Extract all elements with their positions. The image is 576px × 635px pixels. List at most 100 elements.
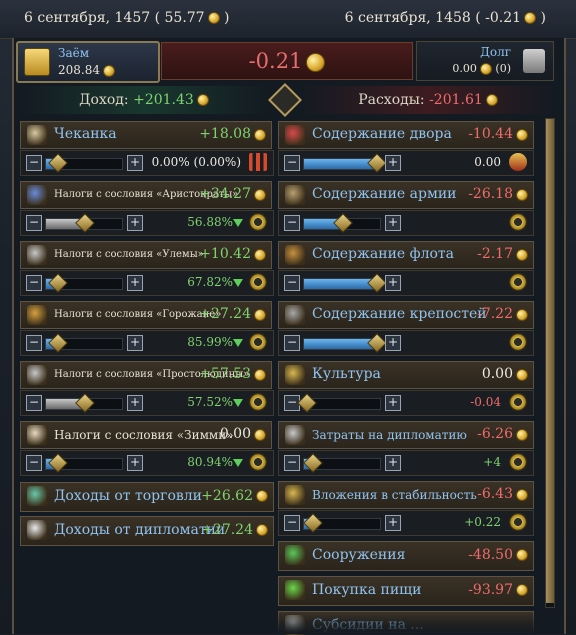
decrease-button[interactable]: − (26, 155, 42, 171)
gear-icon[interactable] (509, 333, 527, 351)
flag-icon[interactable] (509, 453, 527, 471)
decrease-button[interactable]: − (284, 515, 300, 531)
increase-button[interactable]: + (127, 335, 143, 351)
income-row[interactable]: Налоги с сословия «Зимми» 0.00 (20, 421, 272, 449)
slider-handle[interactable] (303, 513, 323, 533)
repay-debt-button[interactable]: Долг 0.00 (0) (416, 41, 554, 81)
slider-handle[interactable] (48, 333, 68, 353)
slider-track[interactable] (45, 153, 123, 173)
slider-track[interactable] (45, 213, 123, 233)
scrollbar-thumb[interactable] (546, 119, 554, 603)
slider-handle[interactable] (367, 273, 387, 293)
increase-button[interactable]: + (385, 275, 401, 291)
ducat-icon (254, 249, 266, 261)
expense-row[interactable]: Культура 0.00 (278, 361, 534, 389)
slider-track[interactable] (45, 393, 123, 413)
estate-peasants-icon (27, 365, 47, 385)
decrease-button[interactable]: − (26, 335, 42, 351)
slider-track[interactable] (303, 273, 387, 293)
income-row[interactable]: Налоги с сословия «Аристократы» +34.27 (20, 181, 272, 209)
ducat-icon (207, 12, 220, 24)
estate-nobles-icon (27, 185, 47, 205)
decrease-button[interactable]: − (284, 155, 300, 171)
income-row-value: +57.53 (199, 366, 251, 382)
slider-handle[interactable] (333, 213, 353, 233)
medal-icon[interactable] (509, 393, 527, 411)
army-icon (285, 185, 305, 205)
slider-handle[interactable] (75, 213, 95, 233)
increase-button[interactable]: + (127, 155, 143, 171)
decrease-button[interactable]: − (26, 215, 42, 231)
decrease-button[interactable]: − (26, 275, 42, 291)
slider-track[interactable] (303, 213, 381, 233)
decrease-button[interactable]: − (284, 215, 300, 231)
increase-button[interactable]: + (385, 335, 401, 351)
slider-track[interactable] (45, 453, 123, 473)
scrollbar[interactable] (545, 118, 555, 608)
slider-value: 85.99% (187, 335, 233, 349)
income-row[interactable]: Налоги с сословия «Горожане» +27.24 (20, 301, 272, 329)
slider-row: − +80.94% (20, 450, 274, 476)
gear-icon[interactable] (509, 273, 527, 291)
slider-track[interactable] (303, 453, 381, 473)
slider-track[interactable] (303, 333, 387, 353)
ducat-icon (103, 64, 115, 77)
slider-track[interactable] (297, 393, 381, 413)
gear-icon[interactable] (249, 453, 267, 471)
gear-icon[interactable] (249, 393, 267, 411)
current-date: 6 сентября, 1457 ( 55.77 ) (24, 10, 230, 26)
income-row[interactable]: Налоги с сословия «Улемы» +10.42 (20, 241, 272, 269)
income-row[interactable]: Чеканка +18.08 (20, 121, 272, 149)
decrease-button[interactable]: − (284, 275, 300, 291)
decrease-button[interactable]: − (26, 455, 42, 471)
expense-row[interactable]: Вложения в стабильность -6.43 (278, 481, 534, 509)
slider-handle[interactable] (367, 153, 387, 173)
slider-handle[interactable] (75, 393, 95, 413)
expense-row[interactable]: Содержание флота -2.17 (278, 241, 534, 269)
ducat-icon (516, 129, 528, 141)
list-fade (14, 612, 562, 634)
slider-track[interactable] (303, 513, 381, 533)
decrease-button[interactable]: − (284, 455, 300, 471)
trend-down-icon (233, 219, 243, 227)
decrease-button[interactable]: − (26, 395, 42, 411)
slider-track[interactable] (303, 153, 387, 173)
decrease-button[interactable]: − (284, 335, 300, 351)
increase-button[interactable]: + (385, 515, 401, 531)
slider-handle[interactable] (48, 273, 68, 293)
gear-icon[interactable] (249, 213, 267, 231)
trade-income-row[interactable]: Доходы от торговли +26.62 (20, 482, 274, 512)
expense-row[interactable]: Содержание армии -26.18 (278, 181, 534, 209)
income-row[interactable]: Налоги с сословия «Простолюдины» +57.53 (20, 361, 272, 389)
slider-handle[interactable] (48, 453, 68, 473)
expense-row[interactable]: Содержание двора -10.44 (278, 121, 534, 149)
increase-button[interactable]: + (385, 215, 401, 231)
increase-button[interactable]: + (127, 215, 143, 231)
slider-track[interactable] (45, 273, 123, 293)
slider-handle[interactable] (297, 393, 317, 413)
hammer-icon (27, 125, 47, 145)
diplomacy-income-row[interactable]: Доходы от дипломатии +27.24 (20, 516, 274, 546)
slider-handle[interactable] (367, 333, 387, 353)
slider-track[interactable] (45, 333, 123, 353)
increase-button[interactable]: + (127, 275, 143, 291)
slider-handle[interactable] (48, 153, 68, 173)
slider-handle[interactable] (303, 453, 323, 473)
increase-button[interactable]: + (127, 395, 143, 411)
food-row[interactable]: Покупка пищи -93.97 (278, 576, 534, 606)
scales-icon[interactable] (509, 513, 527, 531)
gear-icon[interactable] (509, 213, 527, 231)
expense-row[interactable]: Содержание крепостей -7.22 (278, 301, 534, 329)
gear-icon[interactable] (249, 333, 267, 351)
increase-button[interactable]: + (127, 455, 143, 471)
gear-icon[interactable] (249, 273, 267, 291)
increase-button[interactable]: + (385, 155, 401, 171)
take-loan-button[interactable]: Заём 208.84 (16, 41, 160, 83)
crown-icon[interactable] (509, 153, 527, 171)
increase-button[interactable]: + (385, 395, 401, 411)
expense-row[interactable]: Затраты на дипломатию -6.26 (278, 421, 534, 449)
buildings-row[interactable]: Сооружения -48.50 (278, 541, 534, 571)
ducat-icon (254, 429, 266, 441)
increase-button[interactable]: + (385, 455, 401, 471)
income-row-value: +18.08 (199, 126, 251, 142)
